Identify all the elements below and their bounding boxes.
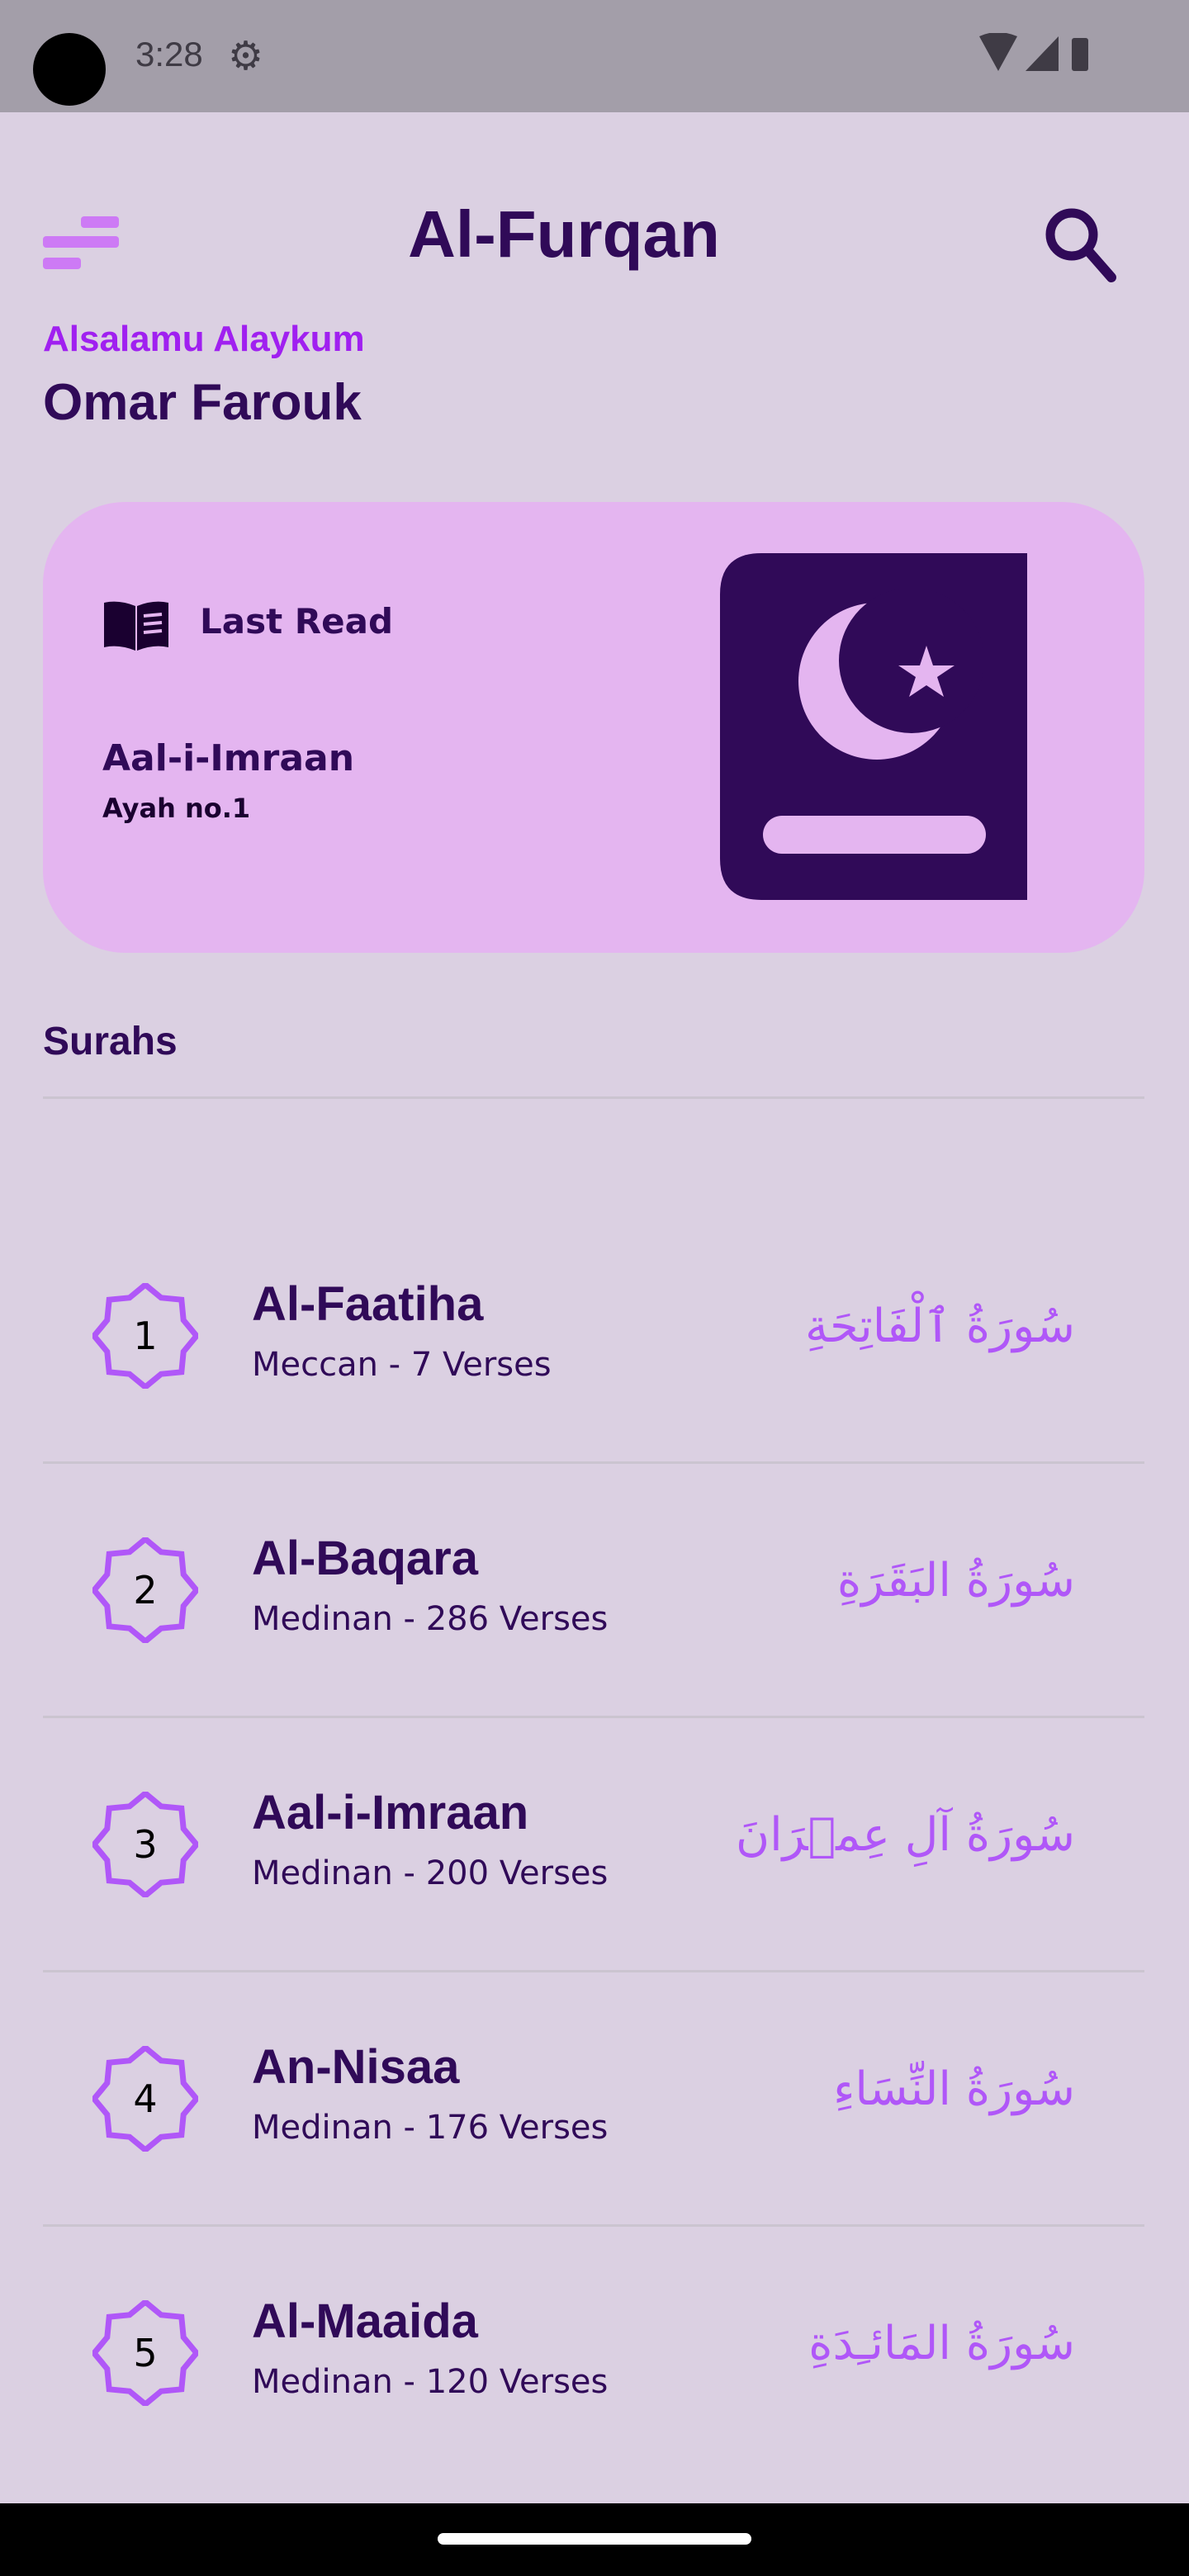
surah-arabic-name: سُورَةُ آلِ عِمۡرَانَ xyxy=(735,1808,1075,1862)
home-gesture-handle[interactable] xyxy=(438,2533,751,2545)
last-read-card[interactable]: Last Read Aal-i-Imraan Ayah no.1 xyxy=(43,502,1144,953)
surah-number: 2 xyxy=(133,1568,158,1612)
surah-arabic-name: سُورَةُ البَقَرَةِ xyxy=(836,1554,1075,1608)
surah-list-item[interactable]: 3 Aal-i-Imraan Medinan - 200 Verses سُور… xyxy=(0,1778,1189,1911)
app-title: Al-Furqan xyxy=(408,197,720,271)
surah-name: An-Nisaa xyxy=(252,2040,460,2094)
user-name: Omar Farouk xyxy=(43,374,362,431)
surah-name: Aal-i-Imraan xyxy=(252,1786,529,1840)
surah-info: Medinan - 200 Verses xyxy=(252,1854,609,1892)
surah-name: Al-Faatiha xyxy=(252,1277,484,1331)
surah-list-item[interactable]: 5 Al-Maaida Medinan - 120 Verses سُورَةُ… xyxy=(0,2287,1189,2419)
divider xyxy=(43,1461,1144,1464)
surah-number: 4 xyxy=(133,2076,158,2121)
surah-list-item[interactable]: 1 Al-Faatiha Meccan - 7 Verses سُورَةُ ٱ… xyxy=(0,1270,1189,1402)
surah-arabic-name: سُورَةُ النِّسَاءِ xyxy=(833,2062,1075,2116)
divider xyxy=(43,1096,1144,1099)
surah-number: 3 xyxy=(133,1822,158,1867)
camera-cutout xyxy=(33,33,106,106)
greeting-text: Alsalamu Alaykum xyxy=(43,319,365,359)
surah-list-item[interactable]: 4 An-Nisaa Medinan - 176 Verses سُورَةُ … xyxy=(0,2033,1189,2165)
surah-arabic-name: سُورَةُ المَائـِدَةِ xyxy=(808,2317,1075,2370)
last-read-label: Last Read xyxy=(200,601,394,642)
divider xyxy=(43,1970,1144,1972)
quran-book-icon xyxy=(720,553,1027,900)
surah-info: Medinan - 286 Verses xyxy=(252,1600,609,1638)
surah-info: Meccan - 7 Verses xyxy=(252,1346,552,1384)
surah-name: Al-Baqara xyxy=(252,1532,478,1585)
open-book-icon xyxy=(104,601,168,651)
status-bar: 3:28 ⚙ xyxy=(0,0,1189,112)
surah-name: Al-Maaida xyxy=(252,2294,478,2348)
surah-number: 1 xyxy=(133,1314,158,1358)
battery-icon xyxy=(1072,38,1088,71)
search-icon[interactable] xyxy=(1040,205,1120,284)
wifi-icon xyxy=(979,33,1017,71)
surah-info: Medinan - 176 Verses xyxy=(252,2109,609,2147)
divider xyxy=(43,1716,1144,1718)
status-time: 3:28 xyxy=(135,35,203,73)
status-icons xyxy=(979,33,1088,71)
signal-icon xyxy=(1026,36,1059,71)
surah-info: Medinan - 120 Verses xyxy=(252,2363,609,2401)
surah-list-item[interactable]: 2 Al-Baqara Medinan - 286 Verses سُورَةُ… xyxy=(0,1524,1189,1656)
divider xyxy=(43,2224,1144,2227)
section-title: Surahs xyxy=(43,1020,178,1063)
settings-notification-icon: ⚙ xyxy=(228,33,264,79)
last-read-surah: Aal-i-Imraan xyxy=(102,737,355,779)
surah-arabic-name: سُورَةُ ٱلْفَاتِحَةِ xyxy=(804,1300,1075,1353)
surah-number: 5 xyxy=(133,2331,158,2375)
last-read-ayah: Ayah no.1 xyxy=(102,793,251,824)
